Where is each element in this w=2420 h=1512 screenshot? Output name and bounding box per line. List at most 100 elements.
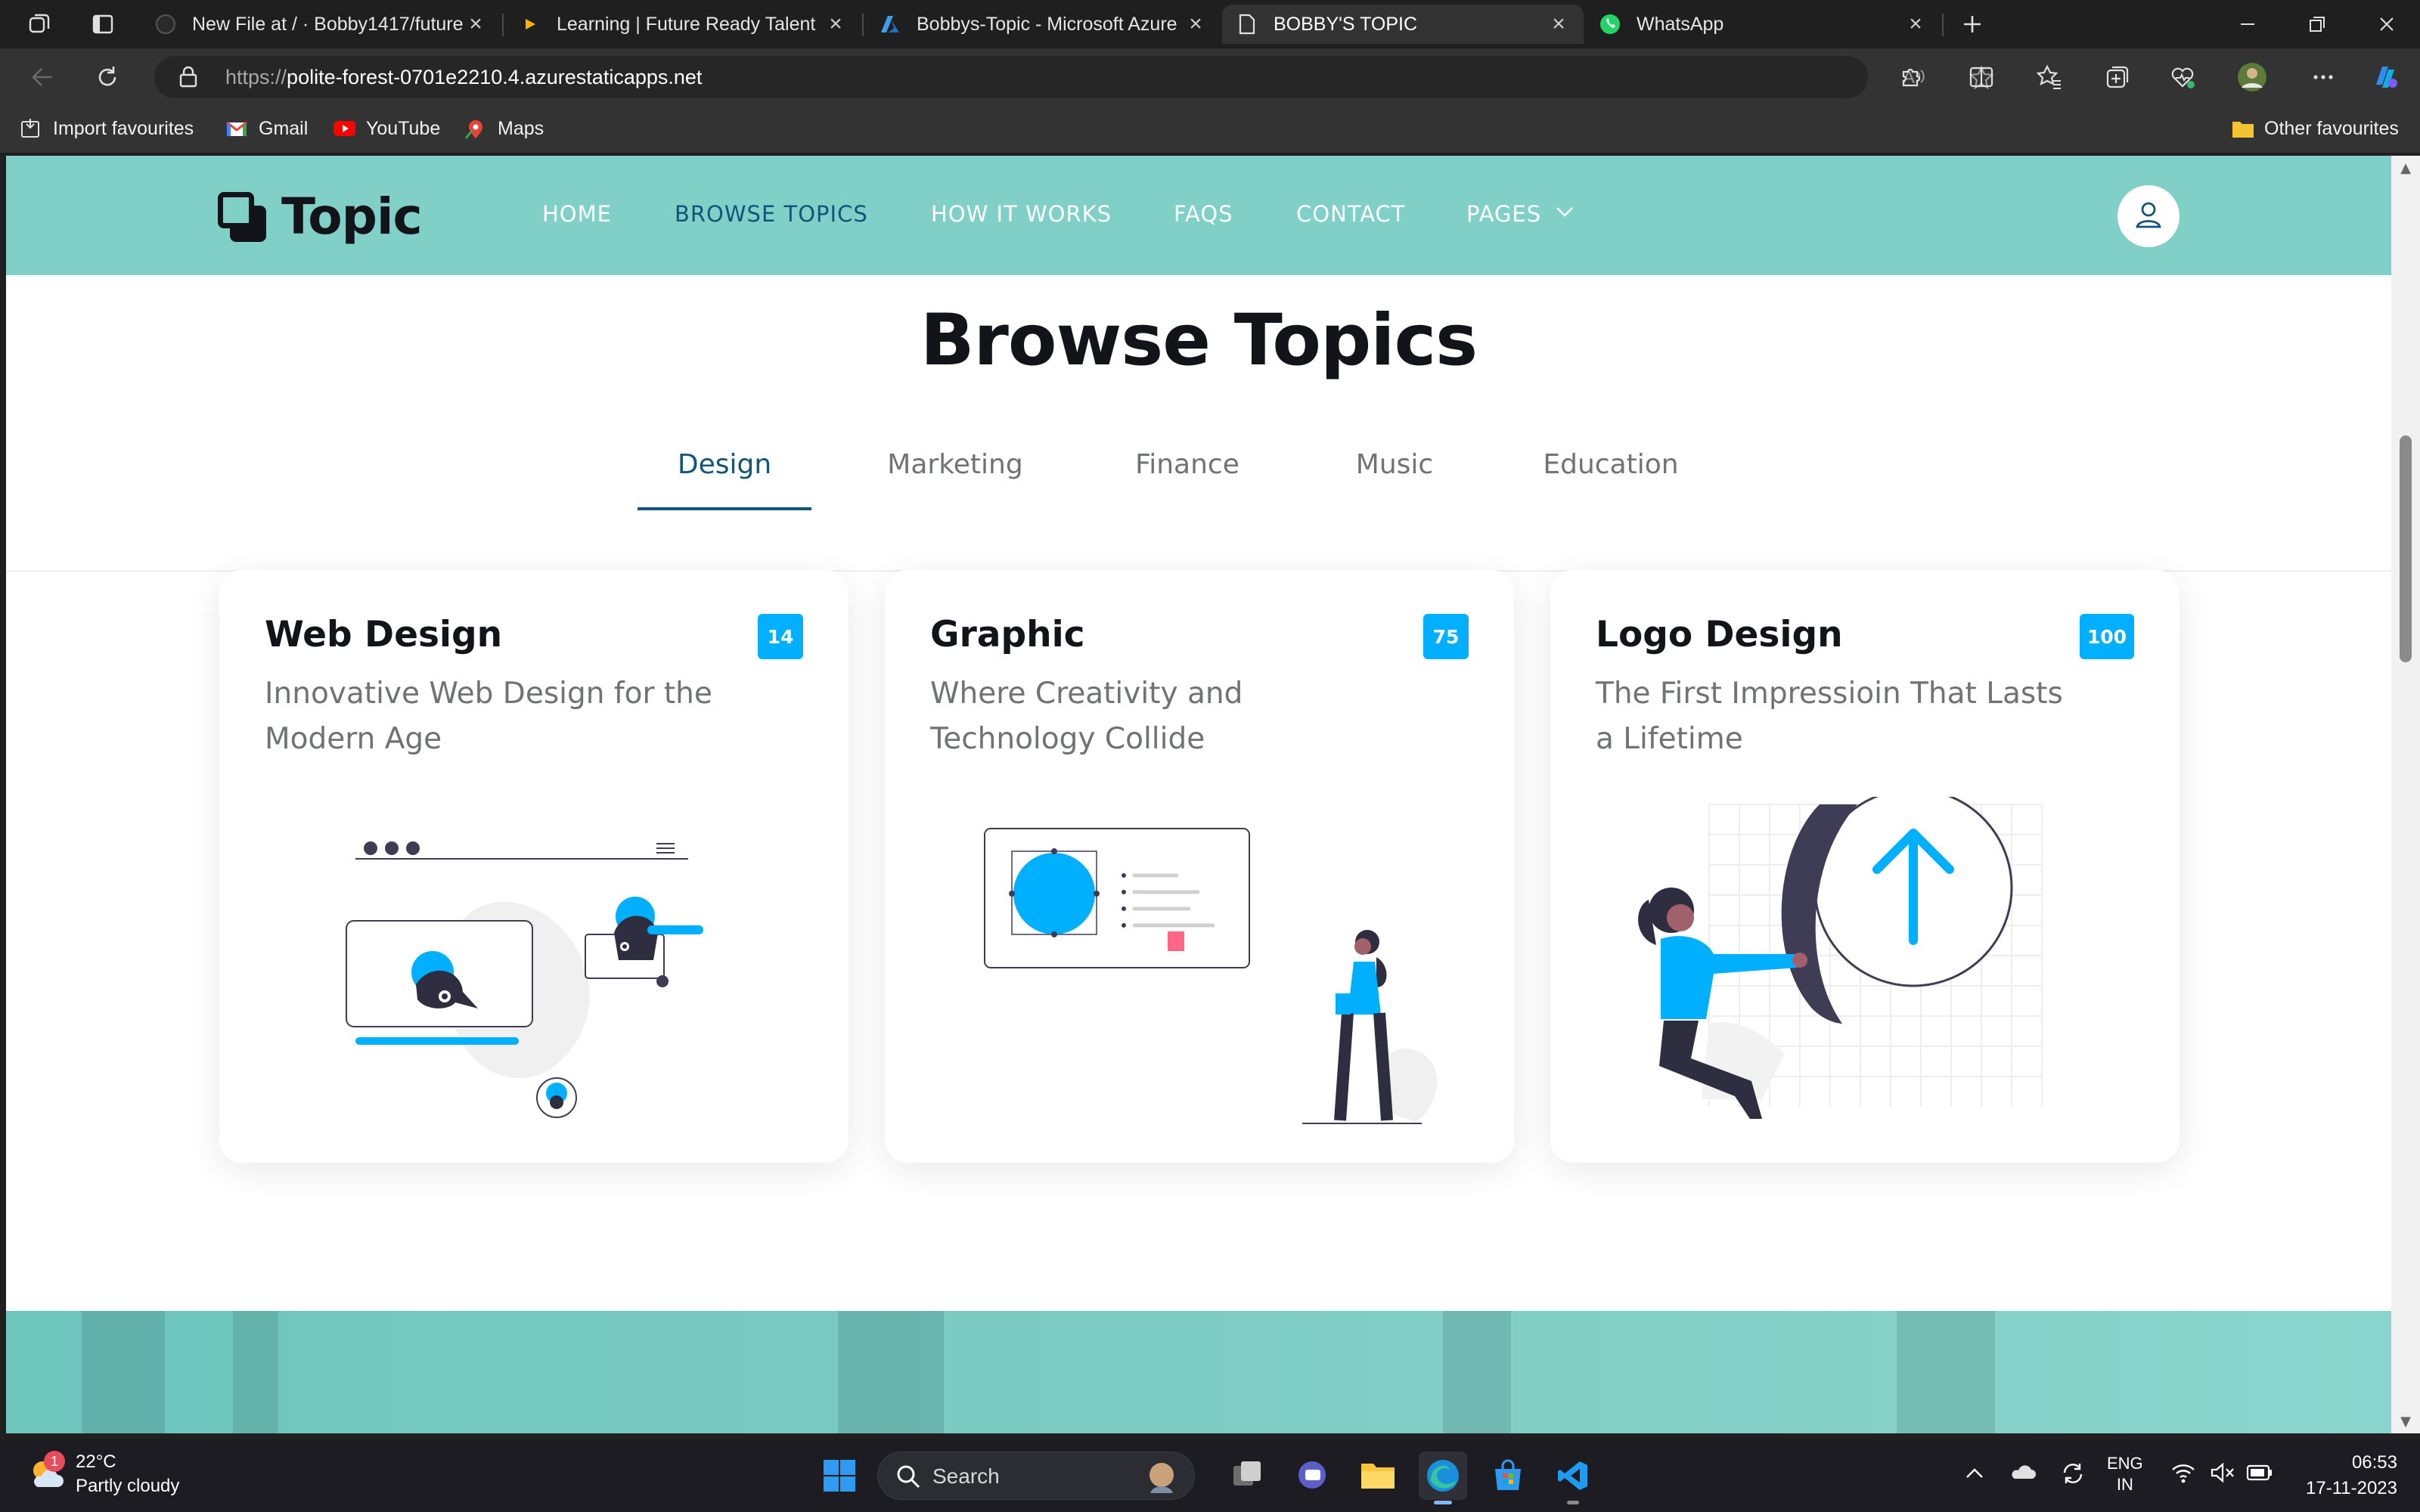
tab-design[interactable]: Design — [638, 443, 811, 496]
browser-tab-strip: New File at / · Bobby1417/future × Learn… — [0, 0, 2420, 48]
start-button[interactable] — [815, 1452, 864, 1500]
scroll-thumb[interactable] — [2400, 435, 2412, 662]
collections-icon[interactable] — [2099, 59, 2136, 95]
favourites-icon[interactable] — [2031, 59, 2068, 95]
tab-separator — [862, 14, 864, 36]
address-bar[interactable]: https://polite-forest-0701e2210.4.azures… — [154, 56, 1994, 98]
site-logo[interactable]: Topic — [218, 187, 423, 246]
favourite-gmail[interactable]: Gmail — [225, 115, 308, 142]
youtube-icon — [333, 117, 355, 140]
volume-muted-icon[interactable] — [2210, 1462, 2235, 1487]
topic-card-web-design[interactable]: Web Design 14 Innovative Web Design for … — [219, 570, 849, 1163]
teams-chat-icon[interactable] — [1289, 1452, 1337, 1500]
profile-avatar[interactable] — [2234, 59, 2270, 95]
vscode-icon[interactable] — [1549, 1452, 1597, 1504]
sync-icon[interactable] — [2060, 1461, 2086, 1490]
battery-icon[interactable] — [2246, 1464, 2273, 1486]
notification-badge: 1 — [44, 1451, 65, 1472]
folder-icon — [2231, 117, 2254, 140]
file-explorer-icon[interactable] — [1354, 1452, 1402, 1500]
page-title: Browse Topics — [920, 299, 1478, 382]
close-window-button[interactable] — [2352, 0, 2420, 48]
settings-more-icon[interactable] — [2305, 59, 2341, 95]
onedrive-icon[interactable] — [2009, 1461, 2036, 1487]
browser-essentials-icon[interactable] — [2164, 59, 2201, 95]
restore-button[interactable] — [2282, 0, 2352, 48]
clock-time: 06:53 — [2351, 1452, 2397, 1473]
windows-taskbar: 1 22°C Partly cloudy Search ENG IN 06:53… — [0, 1439, 2420, 1512]
scroll-down-arrow[interactable]: ▼ — [2398, 1414, 2413, 1430]
task-view-icon[interactable] — [1224, 1452, 1272, 1500]
language-indicator[interactable]: ENG IN — [2107, 1453, 2143, 1495]
clock-date: 17-11-2023 — [2306, 1478, 2397, 1498]
close-icon[interactable]: × — [1184, 11, 1207, 37]
back-button[interactable] — [24, 59, 60, 95]
tab-separator — [502, 14, 504, 36]
import-icon — [20, 117, 42, 140]
region-code: IN — [2116, 1475, 2133, 1494]
topic-card-graphic[interactable]: Graphic 75 Where Creativity and Technolo… — [885, 570, 1514, 1163]
split-screen-icon[interactable] — [1963, 59, 2000, 95]
favourite-maps[interactable]: Maps — [464, 115, 544, 142]
nav-home[interactable]: HOME — [542, 201, 612, 227]
weather-widget[interactable]: 1 22°C Partly cloudy — [27, 1450, 179, 1498]
gmail-icon — [225, 117, 248, 140]
card-description: Where Creativity and Technology Collide — [930, 677, 1243, 756]
count-badge: 14 — [758, 614, 803, 659]
close-icon[interactable]: × — [824, 11, 847, 37]
url-text[interactable]: https://polite-forest-0701e2210.4.azures… — [225, 66, 702, 89]
favourite-label: Gmail — [259, 117, 309, 139]
nav-how-it-works[interactable]: HOW IT WORKS — [931, 201, 1112, 227]
tab-title: Bobbys-Topic - Microsoft Azure — [917, 13, 1177, 35]
close-icon[interactable]: × — [464, 11, 487, 37]
user-account-button[interactable] — [2118, 185, 2180, 247]
scroll-up-arrow[interactable]: ▲ — [2398, 160, 2413, 176]
tab-finance[interactable]: Finance — [1104, 443, 1270, 496]
close-icon[interactable]: × — [1904, 11, 1927, 37]
tab-education[interactable]: Education — [1519, 443, 1703, 496]
tab-github[interactable]: New File at / · Bobby1417/future × — [141, 5, 501, 44]
maps-icon — [464, 117, 487, 140]
system-clock[interactable]: 06:53 17-11-2023 — [2291, 1450, 2397, 1501]
show-hidden-icons[interactable] — [1963, 1462, 1986, 1489]
edge-browser-icon[interactable] — [1419, 1452, 1467, 1504]
count-badge: 100 — [2079, 614, 2134, 659]
wifi-icon[interactable] — [2170, 1462, 2196, 1487]
topic-card-logo-design[interactable]: Logo Design 100 The First Impressioin Th… — [1550, 570, 2180, 1163]
lock-icon[interactable] — [178, 65, 198, 91]
nav-browse-topics[interactable]: BROWSE TOPICS — [675, 201, 868, 227]
workspaces-icon[interactable] — [24, 9, 54, 39]
tab-title: BOBBY'S TOPIC — [1274, 13, 1418, 35]
close-icon[interactable]: × — [1547, 11, 1570, 37]
tab-music[interactable]: Music — [1334, 443, 1455, 496]
page-scrollbar[interactable]: ▲ ▼ — [2391, 156, 2420, 1433]
tab-actions-icon[interactable] — [88, 9, 118, 39]
new-tab-button[interactable] — [1957, 9, 1987, 39]
favourite-label: Maps — [498, 117, 544, 139]
other-favourites[interactable]: Other favourites — [2231, 115, 2399, 142]
nav-pages[interactable]: PAGES — [1466, 201, 1541, 227]
hero-background-strip — [6, 1311, 2391, 1433]
tab-title: Learning | Future Ready Talent — [557, 13, 816, 35]
favourite-import[interactable]: Import favourites — [20, 115, 194, 142]
refresh-button[interactable] — [89, 59, 126, 95]
minimize-button[interactable] — [2213, 0, 2282, 48]
favourite-youtube[interactable]: YouTube — [333, 115, 440, 142]
brand-name: Topic — [281, 187, 423, 246]
tab-azure[interactable]: Bobbys-Topic - Microsoft Azure × — [865, 5, 1221, 44]
taskbar-search[interactable]: Search — [877, 1452, 1195, 1500]
microsoft-store-icon[interactable] — [1484, 1452, 1532, 1500]
favourites-bar: Import favourites Gmail YouTube Maps Oth… — [0, 104, 2420, 153]
copilot-icon[interactable] — [2367, 59, 2403, 95]
tab-whatsapp[interactable]: WhatsApp × — [1585, 5, 1941, 44]
tab-marketing[interactable]: Marketing — [862, 443, 1048, 496]
nav-contact[interactable]: CONTACT — [1296, 201, 1406, 227]
active-tab-underline — [638, 507, 811, 510]
tab-learning[interactable]: Learning | Future Ready Talent × — [505, 5, 861, 44]
chevron-down-icon[interactable] — [1555, 204, 1575, 222]
extensions-icon[interactable] — [1892, 59, 1928, 95]
active-app-indicator — [1434, 1501, 1452, 1504]
nav-faqs[interactable]: FAQS — [1174, 201, 1233, 227]
card-title: Logo Design — [1596, 614, 1843, 655]
tab-bobbys-topic[interactable]: BOBBY'S TOPIC × — [1222, 5, 1584, 44]
